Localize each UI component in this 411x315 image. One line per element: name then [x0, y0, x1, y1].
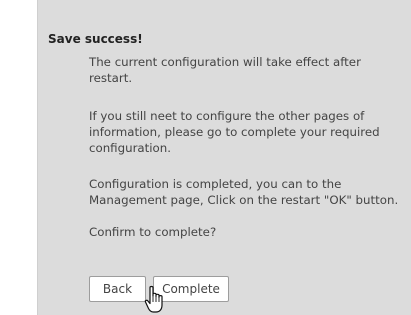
- restart-message: The current configuration will take effe…: [89, 55, 361, 85]
- confirm-message: Confirm to complete?: [89, 225, 217, 239]
- management-message: Configuration is completed, you can to t…: [89, 177, 399, 207]
- back-button[interactable]: Back: [89, 276, 146, 302]
- dialog-title: Save success!: [48, 32, 143, 46]
- configure-pages-message: If you still neet to configure the other…: [89, 109, 380, 155]
- hand-pointer-icon: [144, 285, 163, 313]
- save-success-dialog: Save success! The current configuration …: [37, 0, 411, 315]
